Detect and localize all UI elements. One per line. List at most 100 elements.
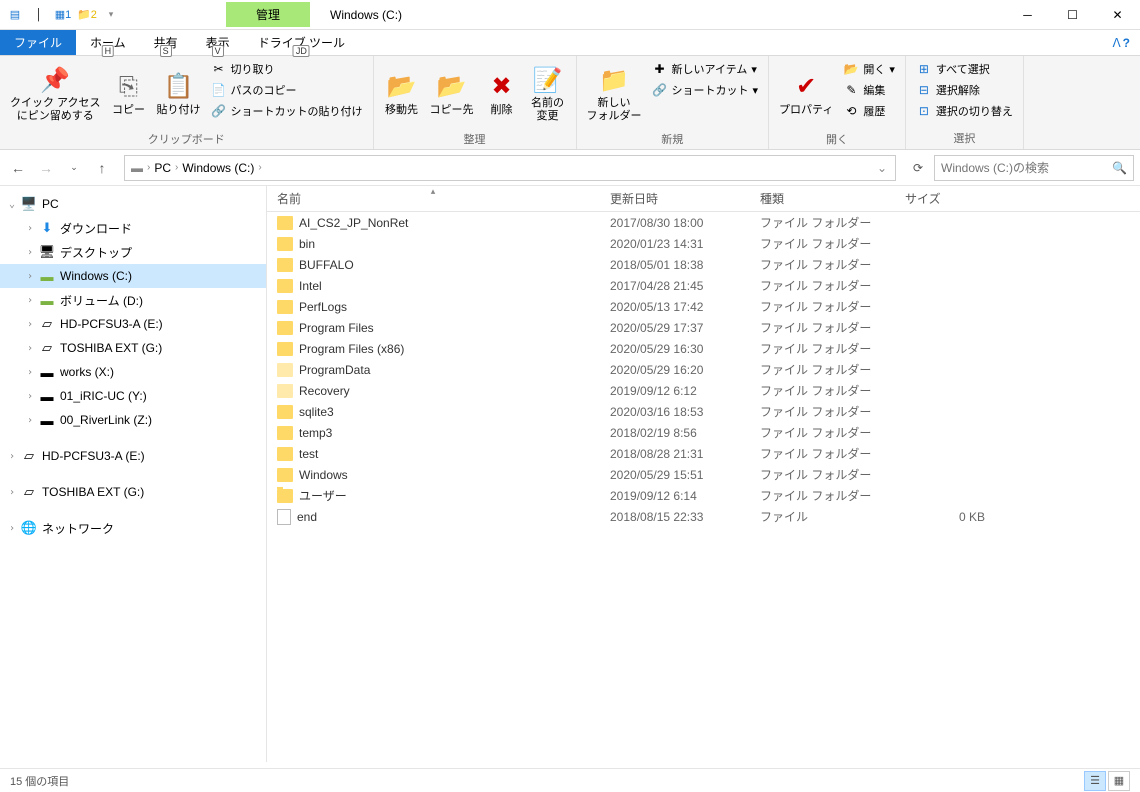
tree-item[interactable]: ›🌐ネットワーク <box>0 516 266 540</box>
file-row[interactable]: PerfLogs2020/05/13 17:42ファイル フォルダー <box>267 296 1140 317</box>
copy-button[interactable]: ⎘コピー <box>107 59 151 129</box>
file-date: 2020/01/23 14:31 <box>600 237 750 251</box>
refresh-button[interactable]: ⟳ <box>906 161 930 175</box>
expand-icon[interactable]: › <box>4 487 20 498</box>
breadcrumb-drive[interactable]: Windows (C:) <box>180 161 256 175</box>
qat-properties-icon[interactable]: ▦1 <box>52 4 74 26</box>
column-header-size[interactable]: サイズ <box>895 190 995 207</box>
expand-icon[interactable]: › <box>22 367 38 378</box>
select-all-button[interactable]: ⊞すべて選択 <box>912 59 1017 79</box>
file-row[interactable]: end2018/08/15 22:33ファイル0 KB <box>267 506 1140 527</box>
chevron-icon[interactable]: › <box>173 162 180 173</box>
tree-item[interactable]: ›▱HD-PCFSU3-A (E:) <box>0 444 266 468</box>
expand-icon[interactable]: › <box>22 295 38 306</box>
tree-item[interactable]: ›▱TOSHIBA EXT (G:) <box>0 480 266 504</box>
file-list[interactable]: AI_CS2_JP_NonRet2017/08/30 18:00ファイル フォル… <box>267 212 1140 762</box>
tree-item[interactable]: ›▬ボリューム (D:) <box>0 288 266 312</box>
file-row[interactable]: ProgramData2020/05/29 16:20ファイル フォルダー <box>267 359 1140 380</box>
address-bar[interactable]: ▬ › PC › Windows (C:) › ⌄ <box>124 155 896 181</box>
cut-button[interactable]: ✂切り取り <box>207 59 367 79</box>
tab-drive-tools[interactable]: ドライブ ツールJD <box>244 30 359 55</box>
file-row[interactable]: sqlite32020/03/16 18:53ファイル フォルダー <box>267 401 1140 422</box>
file-row[interactable]: test2018/08/28 21:31ファイル フォルダー <box>267 443 1140 464</box>
file-row[interactable]: BUFFALO2018/05/01 18:38ファイル フォルダー <box>267 254 1140 275</box>
file-row[interactable]: AI_CS2_JP_NonRet2017/08/30 18:00ファイル フォル… <box>267 212 1140 233</box>
forward-button[interactable]: → <box>34 156 58 180</box>
file-row[interactable]: bin2020/01/23 14:31ファイル フォルダー <box>267 233 1140 254</box>
new-item-button[interactable]: ✚新しいアイテム ▾ <box>648 59 763 79</box>
tab-home[interactable]: ホームH <box>76 30 140 55</box>
edit-button[interactable]: ✎編集 <box>839 80 899 100</box>
expand-icon[interactable]: › <box>22 415 38 426</box>
history-button[interactable]: ⟲履歴 <box>839 101 899 121</box>
invert-selection-button[interactable]: ⊡選択の切り替え <box>912 101 1017 121</box>
help-icon[interactable]: ? <box>1123 36 1130 50</box>
copy-to-button[interactable]: 📂コピー先 <box>426 59 478 129</box>
search-input[interactable] <box>941 161 1112 175</box>
search-icon[interactable]: 🔍 <box>1112 161 1127 175</box>
paste-button[interactable]: 📋貼り付け <box>153 59 205 129</box>
tree-item[interactable]: ›▱TOSHIBA EXT (G:) <box>0 336 266 360</box>
file-row[interactable]: temp32018/02/19 8:56ファイル フォルダー <box>267 422 1140 443</box>
details-view-button[interactable]: ☰ <box>1084 771 1106 791</box>
expand-icon[interactable]: › <box>22 271 38 282</box>
expand-icon[interactable]: › <box>22 247 38 258</box>
file-row[interactable]: ユーザー2019/09/12 6:14ファイル フォルダー <box>267 485 1140 506</box>
close-button[interactable]: ✕ <box>1095 0 1140 30</box>
file-row[interactable]: Windows2020/05/29 15:51ファイル フォルダー <box>267 464 1140 485</box>
back-button[interactable]: ← <box>6 156 30 180</box>
expand-icon[interactable]: › <box>22 319 38 330</box>
new-folder-button[interactable]: 📁新しい フォルダー <box>583 59 646 129</box>
pin-button[interactable]: 📌クイック アクセス にピン留めする <box>6 59 105 129</box>
file-row[interactable]: Recovery2019/09/12 6:12ファイル フォルダー <box>267 380 1140 401</box>
tree-item[interactable]: ›⬇ダウンロード <box>0 216 266 240</box>
file-row[interactable]: Program Files2020/05/29 17:37ファイル フォルダー <box>267 317 1140 338</box>
tree-item[interactable]: ›▬01_iRIC-UC (Y:) <box>0 384 266 408</box>
tab-share[interactable]: 共有S <box>140 30 192 55</box>
tree-item[interactable]: ›▬Windows (C:) <box>0 264 266 288</box>
tree-item[interactable]: ⌄🖥️PC <box>0 192 266 216</box>
column-header-name[interactable]: ▴名前 <box>267 190 600 207</box>
address-drive-icon[interactable]: ▬ <box>129 161 145 175</box>
search-box[interactable]: 🔍 <box>934 155 1134 181</box>
expand-icon[interactable]: › <box>4 451 20 462</box>
tree-item[interactable]: ›▱HD-PCFSU3-A (E:) <box>0 312 266 336</box>
tree-item[interactable]: ›🖥デスクトップ <box>0 240 266 264</box>
chevron-icon[interactable]: › <box>256 162 263 173</box>
column-header-type[interactable]: 種類 <box>750 190 895 207</box>
qat-app-icon[interactable]: ▤ <box>4 4 26 26</box>
minimize-button[interactable]: ─ <box>1005 0 1050 30</box>
recent-locations-button[interactable]: ⌄ <box>62 156 86 180</box>
column-header-date[interactable]: 更新日時 <box>600 190 750 207</box>
expand-icon[interactable]: › <box>22 223 38 234</box>
expand-icon[interactable]: › <box>4 523 20 534</box>
expand-icon[interactable]: › <box>22 391 38 402</box>
move-to-button[interactable]: 📂移動先 <box>380 59 424 129</box>
qat-newfolder-icon[interactable]: 📁2 <box>76 4 98 26</box>
open-button[interactable]: 📂開く ▾ <box>839 59 899 79</box>
maximize-button[interactable]: ☐ <box>1050 0 1095 30</box>
up-button[interactable]: ↑ <box>90 156 114 180</box>
new-shortcut-button[interactable]: 🔗ショートカット ▾ <box>648 80 763 100</box>
tree-item[interactable]: ›▬00_RiverLink (Z:) <box>0 408 266 432</box>
qat-dropdown-icon[interactable]: ▾ <box>100 4 122 26</box>
file-row[interactable]: Program Files (x86)2020/05/29 16:30ファイル … <box>267 338 1140 359</box>
ribbon-collapse-button[interactable]: ᐱ ? <box>1102 30 1140 55</box>
icons-view-button[interactable]: ▦ <box>1108 771 1130 791</box>
paste-shortcut-button[interactable]: 🔗ショートカットの貼り付け <box>207 101 367 121</box>
breadcrumb-pc[interactable]: PC <box>152 161 173 175</box>
expand-icon[interactable]: ⌄ <box>4 199 20 210</box>
tree-item[interactable]: ›▬works (X:) <box>0 360 266 384</box>
tab-file[interactable]: ファイル <box>0 30 76 55</box>
file-row[interactable]: Intel2017/04/28 21:45ファイル フォルダー <box>267 275 1140 296</box>
properties-button[interactable]: ✔プロパティ <box>775 59 837 129</box>
chevron-icon[interactable]: › <box>145 162 152 173</box>
copy-path-button[interactable]: 📄パスのコピー <box>207 80 367 100</box>
delete-button[interactable]: ✖削除 <box>480 59 524 129</box>
select-none-button[interactable]: ⊟選択解除 <box>912 80 1017 100</box>
address-dropdown-icon[interactable]: ⌄ <box>873 161 891 175</box>
navigation-pane[interactable]: ⌄🖥️PC›⬇ダウンロード›🖥デスクトップ›▬Windows (C:)›▬ボリュ… <box>0 186 267 762</box>
expand-icon[interactable]: › <box>22 343 38 354</box>
tab-view[interactable]: 表示V <box>192 30 244 55</box>
rename-button[interactable]: 📝名前の 変更 <box>526 59 570 129</box>
